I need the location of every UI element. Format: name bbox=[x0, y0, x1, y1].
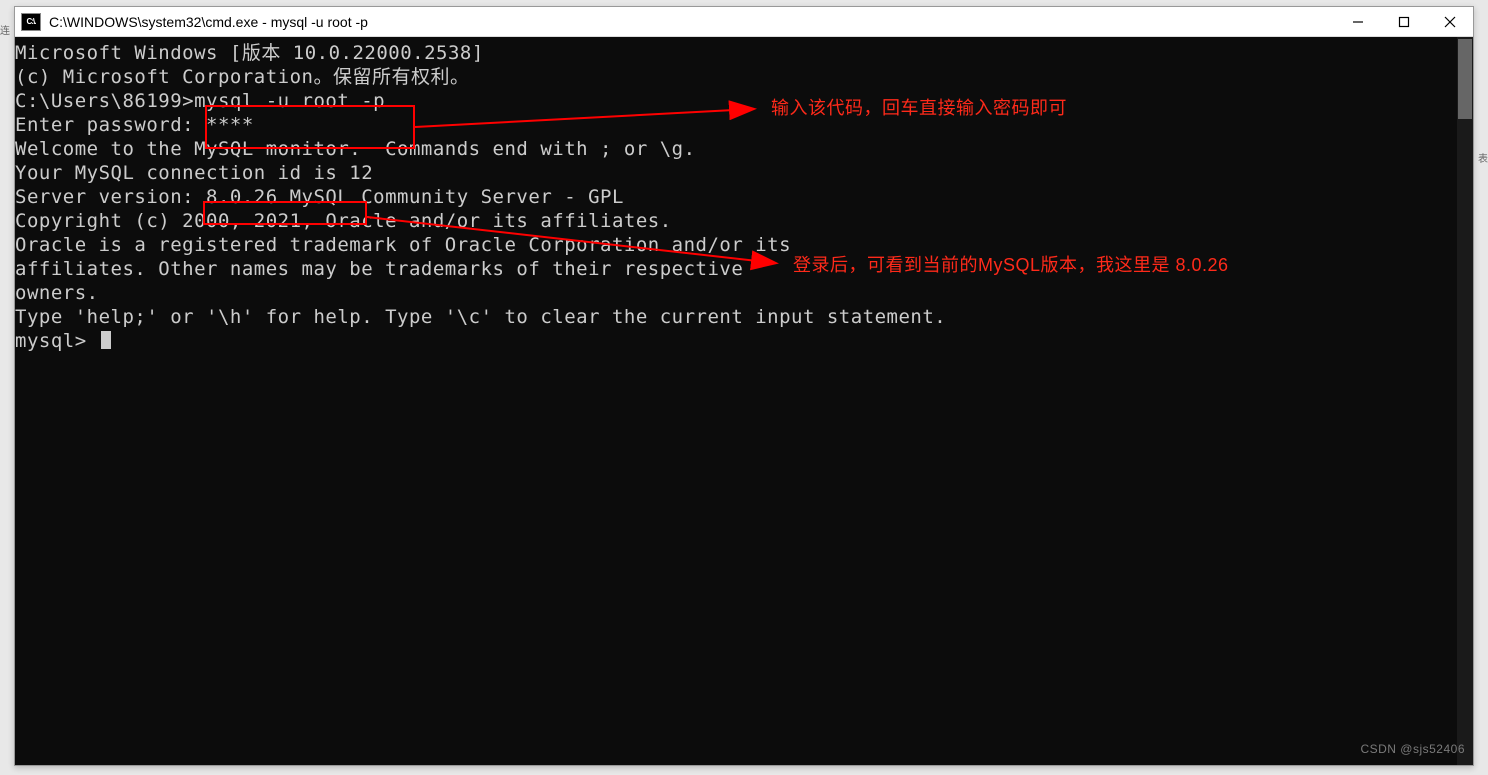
minimize-button[interactable] bbox=[1335, 7, 1381, 36]
console-line: Microsoft Windows [版本 10.0.22000.2538] bbox=[15, 41, 1473, 65]
watermark-text: CSDN @sjs52406 bbox=[1360, 737, 1465, 761]
console-line: affiliates. Other names may be trademark… bbox=[15, 257, 1473, 281]
console-line: Copyright (c) 2000, 2021, Oracle and/or … bbox=[15, 209, 1473, 233]
titlebar[interactable]: C:\. C:\WINDOWS\system32\cmd.exe - mysql… bbox=[15, 7, 1473, 37]
scrollbar-track[interactable] bbox=[1457, 37, 1473, 765]
bg-fragment: 连 bbox=[0, 22, 10, 37]
window-title: C:\WINDOWS\system32\cmd.exe - mysql -u r… bbox=[49, 14, 1335, 30]
console-area[interactable]: Microsoft Windows [版本 10.0.22000.2538] (… bbox=[15, 37, 1473, 765]
close-button[interactable] bbox=[1427, 7, 1473, 36]
console-line: owners. bbox=[15, 281, 1473, 305]
cmd-icon: C:\. bbox=[21, 13, 41, 31]
console-line: Type 'help;' or '\h' for help. Type '\c'… bbox=[15, 305, 1473, 329]
console-mysql-prompt: mysql> bbox=[15, 329, 1473, 353]
console-line: Oracle is a registered trademark of Orac… bbox=[15, 233, 1473, 257]
window-controls bbox=[1335, 7, 1473, 36]
cursor-icon bbox=[101, 331, 111, 349]
console-line: Welcome to the MySQL monitor. Commands e… bbox=[15, 137, 1473, 161]
console-line: (c) Microsoft Corporation。保留所有权利。 bbox=[15, 65, 1473, 89]
maximize-button[interactable] bbox=[1381, 7, 1427, 36]
console-line: Server version: 8.0.26 MySQL Community S… bbox=[15, 185, 1473, 209]
console-line-prompt: C:\Users\86199>mysql -u root -p bbox=[15, 89, 1473, 113]
scrollbar-thumb[interactable] bbox=[1458, 39, 1472, 119]
console-line: Enter password: **** bbox=[15, 113, 1473, 137]
bg-fragment: 表 bbox=[1478, 150, 1488, 165]
cmd-window: C:\. C:\WINDOWS\system32\cmd.exe - mysql… bbox=[14, 6, 1474, 766]
console-line: Your MySQL connection id is 12 bbox=[15, 161, 1473, 185]
